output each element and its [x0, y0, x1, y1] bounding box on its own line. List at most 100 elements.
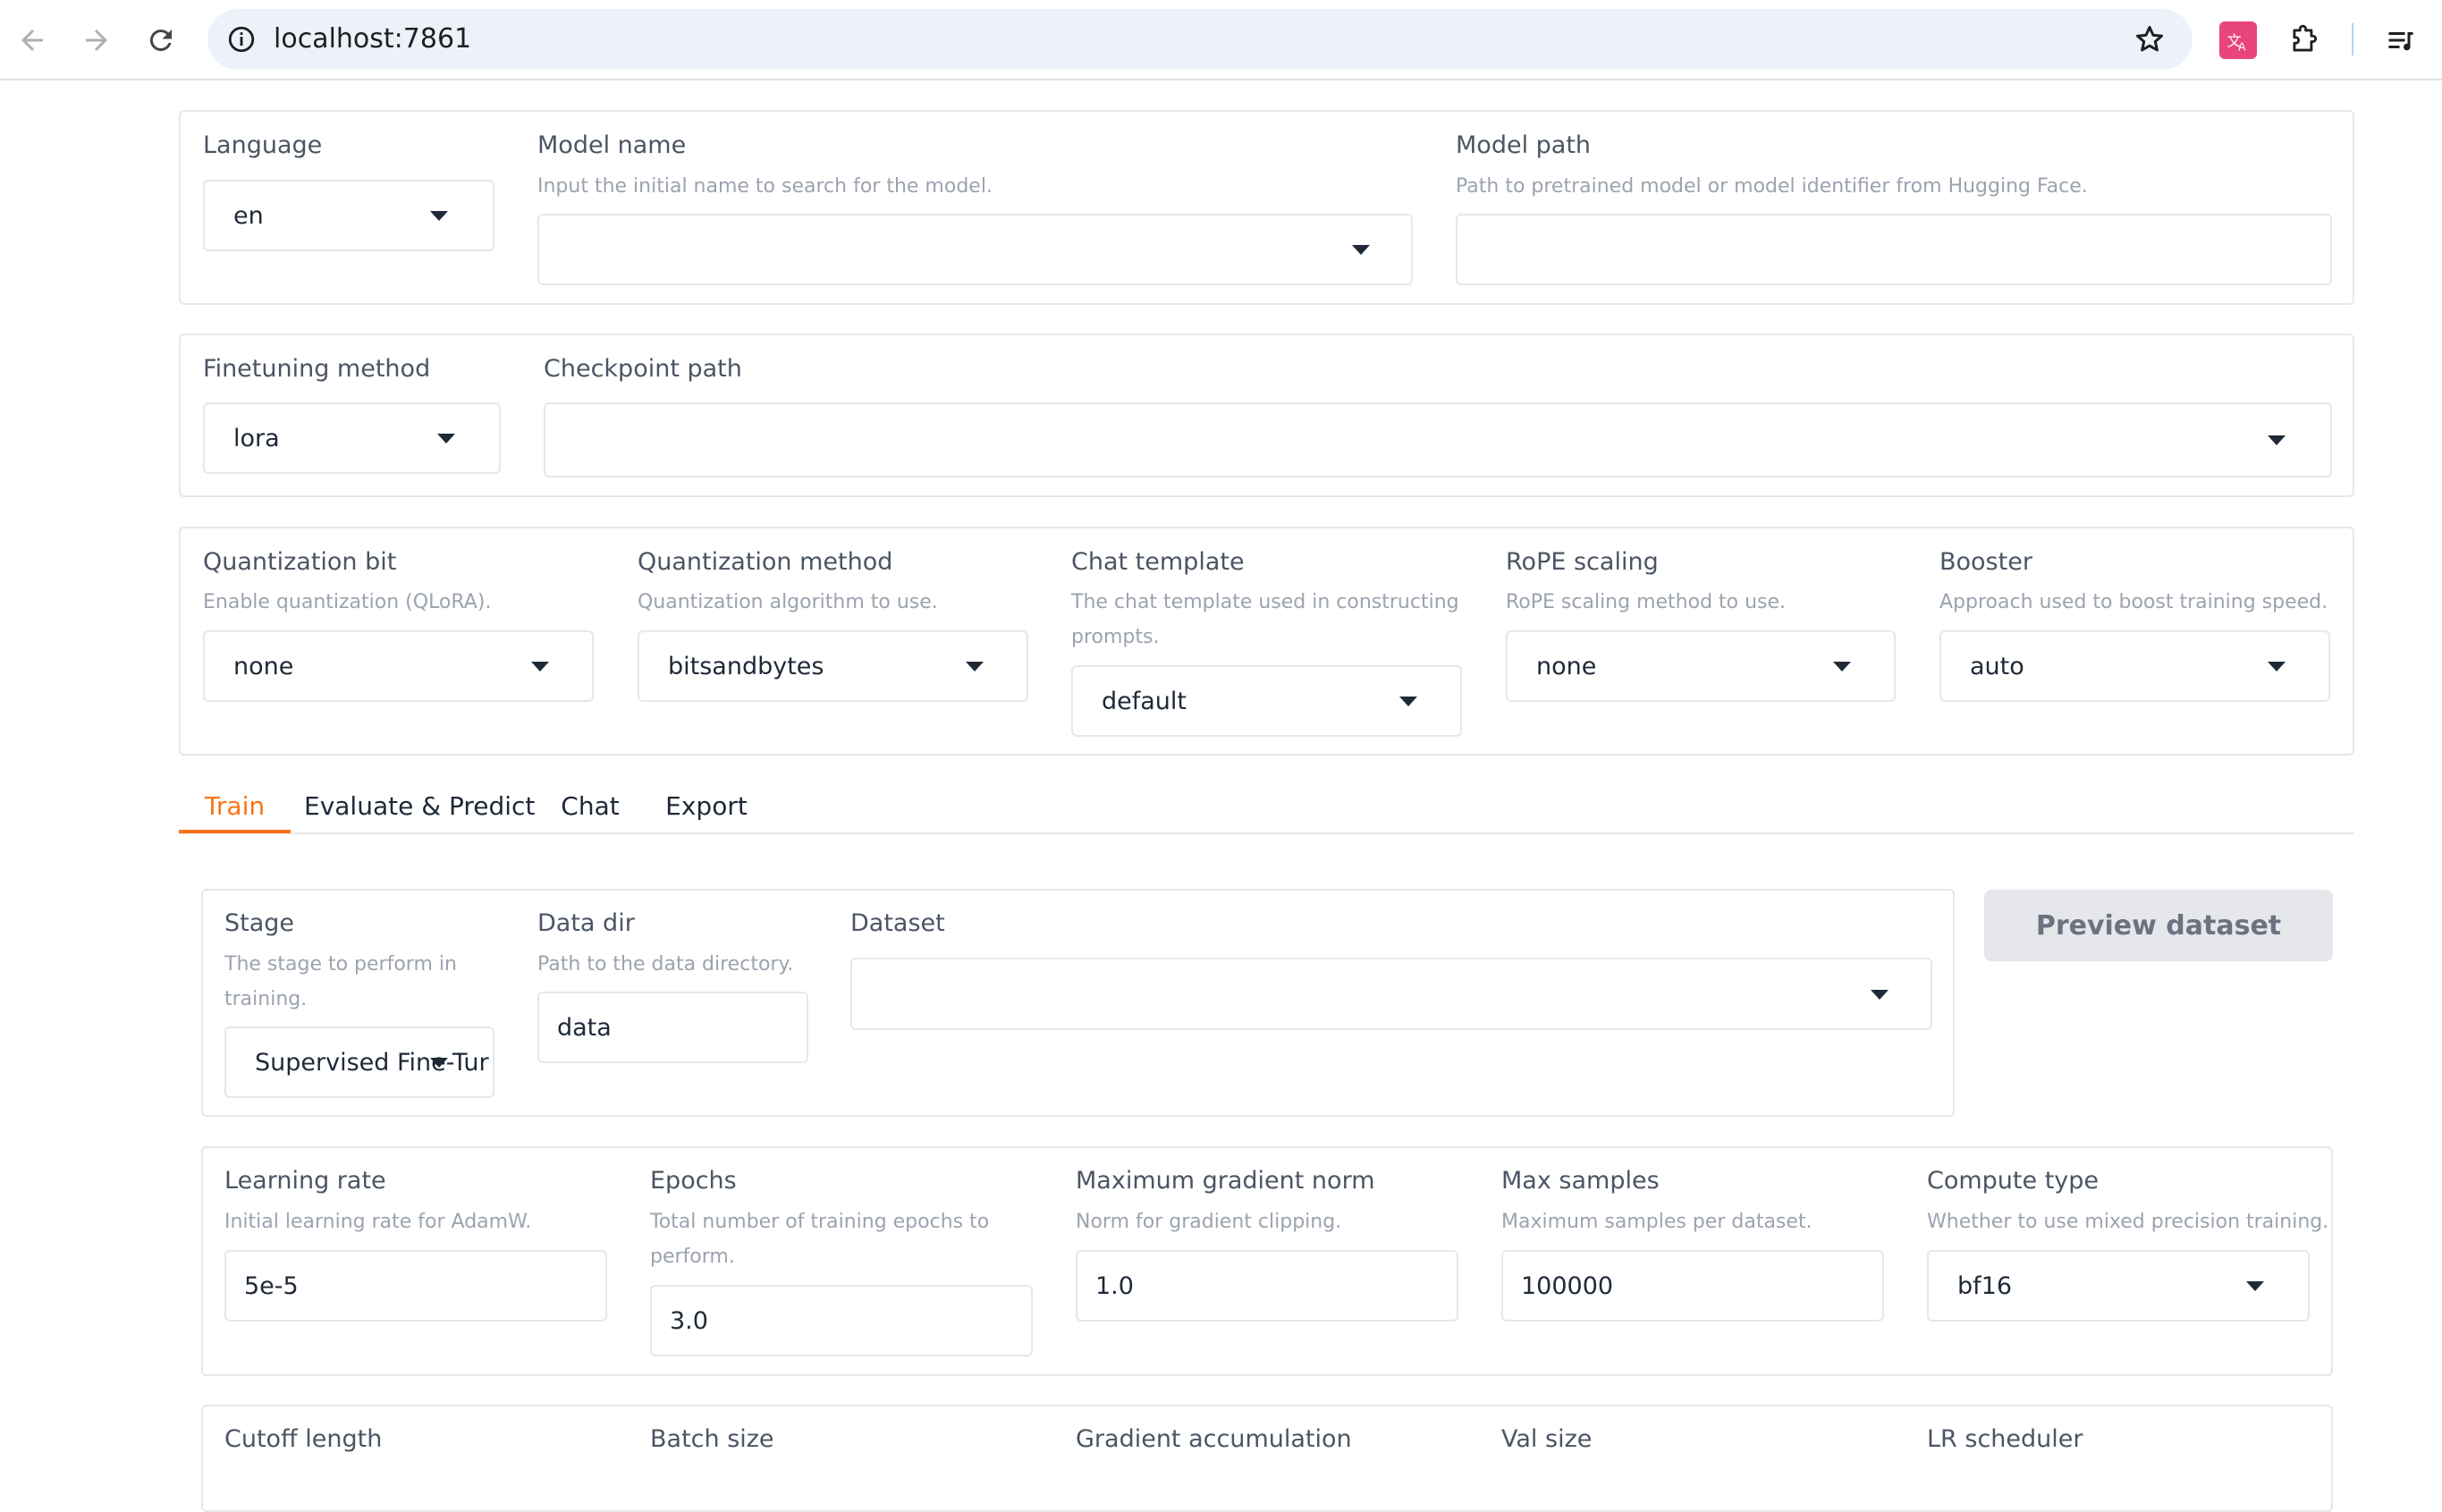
chevron-down-icon: [430, 1058, 448, 1068]
quantization-method-label: Quantization method: [638, 548, 893, 576]
data-dir-info: Path to the data directory.: [537, 953, 794, 976]
booster-value: auto: [1970, 653, 2024, 680]
rope-scaling-info: RoPE scaling method to use.: [1506, 591, 1787, 613]
chat-template-value: default: [1102, 688, 1187, 715]
rope-scaling-label: RoPE scaling: [1506, 548, 1659, 576]
stage-dropdown[interactable]: Supervised Fine-Tur: [224, 1026, 494, 1098]
epochs-info-line2: perform.: [650, 1246, 735, 1268]
max-samples-input[interactable]: 100000: [1501, 1250, 1884, 1322]
chevron-down-icon: [1833, 662, 1851, 672]
dataset-label: Dataset: [850, 909, 945, 937]
chat-template-info-line2: prompts.: [1071, 626, 1160, 648]
stage-info-line1: The stage to perform in: [224, 953, 457, 976]
quantization-bit-dropdown[interactable]: none: [203, 630, 594, 702]
max-grad-norm-info: Norm for gradient clipping.: [1076, 1211, 1342, 1233]
star-icon[interactable]: [2130, 20, 2169, 59]
playlist-icon[interactable]: [2380, 20, 2421, 61]
epochs-input[interactable]: 3.0: [650, 1285, 1033, 1356]
compute-type-value: bf16: [1957, 1272, 2013, 1300]
compute-type-dropdown[interactable]: bf16: [1927, 1250, 2310, 1322]
booster-label: Booster: [1939, 548, 2032, 576]
gradient-accumulation-label: Gradient accumulation: [1076, 1425, 1352, 1453]
tab-chat[interactable]: Chat: [554, 780, 626, 833]
model-path-input[interactable]: [1456, 214, 2332, 285]
learning-rate-info: Initial learning rate for AdamW.: [224, 1211, 532, 1233]
tab-evaluate-predict[interactable]: Evaluate & Predict: [304, 780, 535, 833]
model-name-dropdown[interactable]: [537, 214, 1413, 285]
quantization-method-dropdown[interactable]: bitsandbytes: [638, 630, 1028, 702]
compute-type-label: Compute type: [1927, 1167, 2100, 1195]
model-path-label: Model path: [1456, 131, 1592, 159]
checkpoint-path-label: Checkpoint path: [544, 355, 742, 383]
reload-icon[interactable]: [136, 15, 186, 65]
tab-train[interactable]: Train: [179, 780, 291, 833]
quantization-bit-info: Enable quantization (QLoRA).: [203, 591, 492, 613]
chat-template-label: Chat template: [1071, 548, 1245, 576]
chevron-down-icon: [2268, 662, 2286, 672]
arrow-right-icon[interactable]: [72, 15, 122, 65]
preview-dataset-button[interactable]: Preview dataset: [1984, 890, 2333, 961]
address-bar[interactable]: localhost:7861: [207, 9, 2193, 70]
chevron-down-icon: [437, 434, 455, 443]
rope-scaling-value: none: [1536, 653, 1597, 680]
data-dir-input[interactable]: data: [537, 992, 808, 1063]
chevron-down-icon: [430, 211, 448, 221]
language-label: Language: [203, 131, 323, 159]
finetuning-method-dropdown[interactable]: lora: [203, 402, 501, 474]
model-name-info: Input the initial name to search for the…: [537, 175, 993, 198]
chat-template-dropdown[interactable]: default: [1071, 665, 1462, 737]
max-grad-norm-value: 1.0: [1095, 1272, 1134, 1300]
chevron-down-icon: [1399, 697, 1417, 706]
max-grad-norm-label: Maximum gradient norm: [1076, 1167, 1375, 1195]
browser-toolbar: localhost:7861 文A: [0, 0, 2442, 80]
dataset-dropdown[interactable]: [850, 958, 1932, 1030]
active-tab-indicator: [179, 830, 291, 833]
finetuning-method-label: Finetuning method: [203, 355, 431, 383]
chevron-down-icon: [2268, 435, 2286, 445]
tab-export[interactable]: Export: [662, 780, 751, 833]
chevron-down-icon: [2246, 1281, 2264, 1291]
finetuning-method-value: lora: [233, 425, 280, 452]
compute-type-info: Whether to use mixed precision training.: [1927, 1211, 2329, 1233]
lr-scheduler-label: LR scheduler: [1927, 1425, 2083, 1453]
rope-scaling-dropdown[interactable]: none: [1506, 630, 1896, 702]
chevron-down-icon: [1352, 245, 1370, 255]
chevron-down-icon: [1871, 989, 1889, 1000]
max-samples-info: Maximum samples per dataset.: [1501, 1211, 1812, 1233]
language-value: en: [233, 202, 264, 230]
learning-rate-value: 5e-5: [244, 1272, 299, 1300]
language-dropdown[interactable]: en: [203, 180, 494, 251]
training-options-panel: [201, 1405, 2333, 1512]
puzzle-icon[interactable]: [2284, 20, 2325, 61]
stage-label: Stage: [224, 909, 295, 937]
epochs-label: Epochs: [650, 1167, 737, 1195]
model-path-info: Path to pretrained model or model identi…: [1456, 175, 2088, 198]
quantization-bit-value: none: [233, 653, 294, 680]
chat-template-info-line1: The chat template used in constructing: [1071, 591, 1459, 613]
arrow-left-icon[interactable]: [7, 15, 57, 65]
booster-info: Approach used to boost training speed.: [1939, 591, 2328, 613]
checkpoint-path-dropdown[interactable]: [544, 402, 2332, 477]
info-icon[interactable]: [224, 21, 259, 57]
max-samples-label: Max samples: [1501, 1167, 1660, 1195]
booster-dropdown[interactable]: auto: [1939, 630, 2330, 702]
chevron-down-icon: [966, 662, 984, 672]
max-samples-value: 100000: [1521, 1272, 1614, 1300]
stage-info-line2: training.: [224, 988, 308, 1010]
epochs-value: 3.0: [670, 1307, 708, 1335]
toolbar-divider: [2352, 23, 2353, 55]
chevron-down-icon: [531, 662, 549, 672]
epochs-info-line1: Total number of training epochs to: [650, 1211, 990, 1233]
model-name-label: Model name: [537, 131, 687, 159]
learning-rate-label: Learning rate: [224, 1167, 386, 1195]
learning-rate-input[interactable]: 5e-5: [224, 1250, 607, 1322]
quantization-bit-label: Quantization bit: [203, 548, 397, 576]
stage-value: Supervised Fine-Tur: [255, 1049, 489, 1077]
data-dir-value: data: [557, 1014, 612, 1042]
data-dir-label: Data dir: [537, 909, 635, 937]
batch-size-label: Batch size: [650, 1425, 774, 1453]
translate-icon[interactable]: 文A: [2219, 21, 2257, 59]
max-grad-norm-input[interactable]: 1.0: [1076, 1250, 1458, 1322]
cutoff-length-label: Cutoff length: [224, 1425, 383, 1453]
quantization-method-info: Quantization algorithm to use.: [638, 591, 938, 613]
